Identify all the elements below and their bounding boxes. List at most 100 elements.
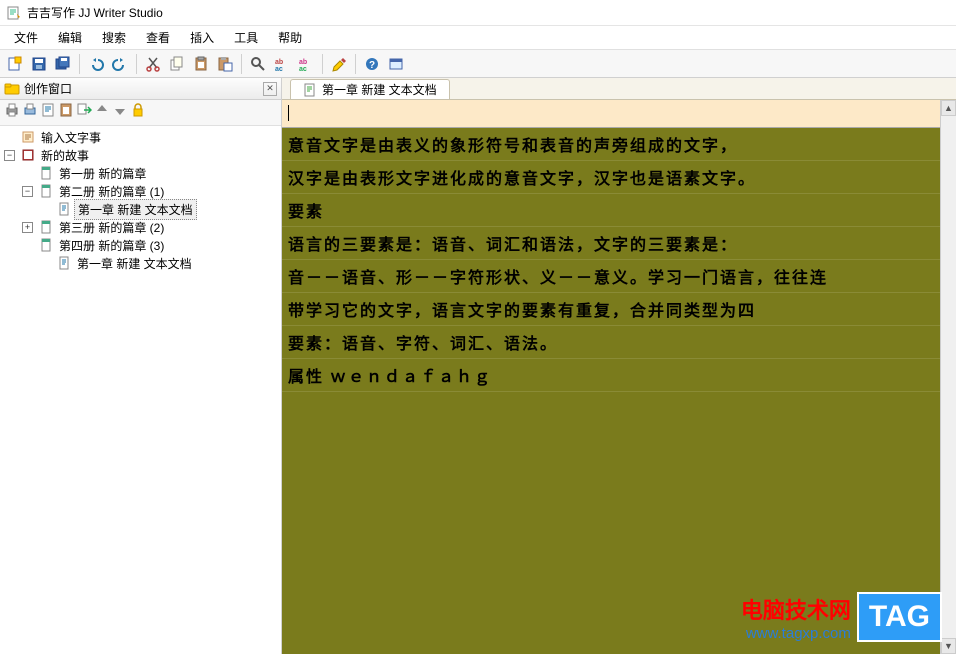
find-replace-icon[interactable]: abac [271,53,293,75]
text-cursor [288,105,289,121]
separator [241,54,242,74]
watermark-line1: 电脑技术网 [741,593,851,625]
editor-area[interactable]: 意音文字是由表义的象形符号和表音的声旁组成的文字，汉字是由表形文字进化成的意音文… [282,100,956,654]
tree-label: 第一章 新建 文本文档 [74,254,195,273]
menu-insert[interactable]: 插入 [180,26,224,49]
separator [136,54,137,74]
tree-label: 第一章 新建 文本文档 [74,199,197,220]
text-icon [57,256,71,270]
vertical-scrollbar[interactable]: ▲ ▼ [940,100,956,654]
tab-label: 第一章 新建 文本文档 [322,81,437,98]
editor-line[interactable]: 带学习它的文字，语言文字的要素有重复，合并同类型为四 [282,293,956,326]
menu-file[interactable]: 文件 [4,26,48,49]
scroll-track[interactable] [941,116,956,638]
separator [355,54,356,74]
editor-line[interactable]: 要素：语音、字符、词汇、语法。 [282,326,956,359]
menu-tools[interactable]: 工具 [224,26,268,49]
menu-help[interactable]: 帮助 [268,26,312,49]
paste-tree-icon[interactable] [58,102,74,123]
svg-text:ac: ac [275,66,283,72]
export-icon[interactable] [76,102,92,123]
page-icon [39,184,53,198]
print2-icon[interactable] [22,102,38,123]
print-icon[interactable] [4,102,20,123]
editor-line[interactable]: 汉字是由表形文字进化成的意音文字，汉字也是语素文字。 [282,161,956,194]
tree-label: 第三册 新的篇章 (2) [56,218,167,237]
save-all-icon[interactable] [52,53,74,75]
expand-toggle-icon[interactable]: − [22,186,33,197]
lock-icon[interactable] [130,102,146,123]
tree-label: 第一册 新的篇章 [56,164,149,183]
scroll-icon [21,130,35,144]
app-title: 吉吉写作 JJ Writer Studio [27,4,163,21]
pane-close-icon[interactable]: ✕ [263,82,277,96]
tree-row[interactable]: 第一章 新建 文本文档 [0,254,281,272]
watermark-line2: www.tagxp.com [741,625,851,642]
editor-line[interactable]: 音－－语音、形－－字符形状、义－－意义。学习一门语言，往往连 [282,260,956,293]
highlight-icon[interactable] [328,53,350,75]
page-icon [39,238,53,252]
title-bar: 吉吉写作 JJ Writer Studio [0,0,956,26]
tree-row[interactable]: 第四册 新的篇章 (3) [0,236,281,254]
menu-edit[interactable]: 编辑 [48,26,92,49]
page-icon [39,220,53,234]
panel-icon [4,81,20,97]
menu-view[interactable]: 查看 [136,26,180,49]
editor-tab[interactable]: 第一章 新建 文本文档 [290,79,450,99]
separator [79,54,80,74]
left-pane: 创作窗口 ✕ 输入文字事−新的故事第一册 新的篇章−第二册 新的篇章 (1)第一… [0,78,282,654]
redo-icon[interactable] [109,53,131,75]
watermark: 电脑技术网 www.tagxp.com TAG [741,592,942,642]
editor-line[interactable]: 语言的三要素是：语音、词汇和语法，文字的三要素是： [282,227,956,260]
watermark-tag: TAG [857,592,942,642]
editor-content[interactable]: 意音文字是由表义的象形符号和表音的声旁组成的文字，汉字是由表形文字进化成的意音文… [282,128,956,392]
left-pane-header: 创作窗口 ✕ [0,78,281,100]
menu-search[interactable]: 搜索 [92,26,136,49]
editor-header-band [282,100,956,128]
window-icon[interactable] [385,53,407,75]
app-icon [6,5,22,21]
paste-icon[interactable] [190,53,212,75]
expand-toggle-icon[interactable]: + [22,222,33,233]
copy-icon[interactable] [166,53,188,75]
document-icon [303,83,317,97]
save-icon[interactable] [28,53,50,75]
editor-line[interactable]: 意音文字是由表义的象形符号和表音的声旁组成的文字， [282,128,956,161]
main-body: 创作窗口 ✕ 输入文字事−新的故事第一册 新的篇章−第二册 新的篇章 (1)第一… [0,78,956,654]
svg-text:ac: ac [299,66,307,72]
editor-tab-bar: 第一章 新建 文本文档 [282,78,956,100]
tree-row[interactable]: 第一章 新建 文本文档 [0,200,281,218]
help-icon[interactable]: ? [361,53,383,75]
tree-row[interactable]: −第二册 新的篇章 (1) [0,182,281,200]
tree-label: 输入文字事 [38,128,104,147]
undo-icon[interactable] [85,53,107,75]
new-icon[interactable] [4,53,26,75]
tree-label: 新的故事 [38,146,92,165]
tree-label: 第四册 新的篇章 (3) [56,236,167,255]
scroll-down-icon[interactable]: ▼ [941,638,956,654]
editor-line[interactable]: 要素 [282,194,956,227]
up-icon[interactable] [94,102,110,123]
separator [322,54,323,74]
page-icon [39,166,53,180]
replace-colored-icon[interactable]: abac [295,53,317,75]
tree-row[interactable]: 输入文字事 [0,128,281,146]
left-pane-title: 创作窗口 [24,80,72,97]
tree-view[interactable]: 输入文字事−新的故事第一册 新的篇章−第二册 新的篇章 (1)第一章 新建 文本… [0,126,281,654]
down-icon[interactable] [112,102,128,123]
svg-text:ab: ab [275,59,283,66]
expand-toggle-icon[interactable]: − [4,150,15,161]
scroll-up-icon[interactable]: ▲ [941,100,956,116]
svg-text:ab: ab [299,59,307,66]
tree-row[interactable]: − 新的故事 [0,146,281,164]
paste-special-icon[interactable] [214,53,236,75]
editor-line[interactable]: 属性 ｗｅｎｄａｆａｈｇ [282,359,956,392]
svg-text:?: ? [369,60,375,71]
tree-row[interactable]: + 第三册 新的篇章 (2) [0,218,281,236]
menu-bar: 文件 编辑 搜索 查看 插入 工具 帮助 [0,26,956,50]
find-icon[interactable] [247,53,269,75]
tree-row[interactable]: 第一册 新的篇章 [0,164,281,182]
cut-icon[interactable] [142,53,164,75]
text-icon[interactable] [40,102,56,123]
text-icon [57,202,71,216]
